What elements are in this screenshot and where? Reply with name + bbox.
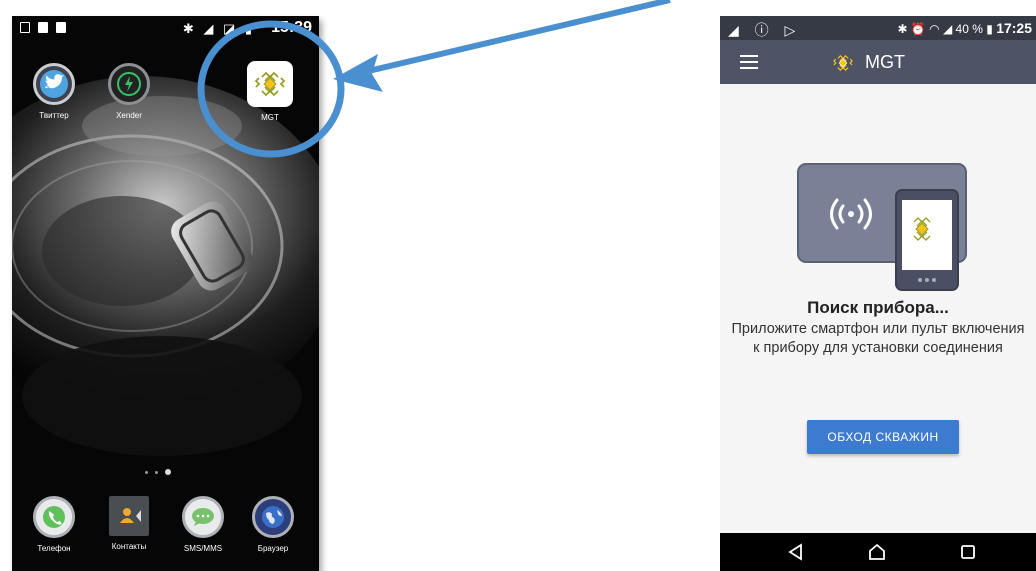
search-instructions: Приложите смартфон или пульт включения к… [731,321,1025,356]
app-toolbar: MGT [720,40,1036,84]
globe-icon [252,496,294,538]
mgt-app-screen: ◢ ⓘ ▷ ✱ ⏰ ◠ ◢ 40 % ▮ 17:25 MGT Поиск при… [720,16,1036,571]
mgt-logo-icon [833,54,853,72]
app-status-bar: ◢ ⓘ ▷ ✱ ⏰ ◠ ◢ 40 % ▮ 17:25 [720,16,1036,40]
app-contacts[interactable]: Контакты [97,496,161,551]
xender-icon [108,63,150,105]
app-label: Браузер [257,544,289,553]
status-icons: ✱ ⏰ ◠ ◢ [897,22,953,36]
sms-icon [182,496,224,538]
app-clock: 17:25 [996,20,1032,36]
battery-percent: 40 % [955,22,983,36]
contacts-icon [109,496,149,536]
app-sms[interactable]: SMS/MMS [171,496,235,553]
mgt-logo-icon [247,61,293,107]
app-label: SMS/MMS [183,544,223,553]
status-icons-right: ✱ ⏰ ◠ ◢ 40 % ▮ 17:25 [897,20,1032,36]
nfc-phone-illustration [797,163,967,291]
status-icons: ✱ ◢ ◪ ▮ [182,21,255,36]
twitter-icon [33,63,75,105]
home-clock: 15:39 [271,19,312,36]
app-label: Телефон [37,544,71,553]
app-twitter[interactable]: Твиттер [22,63,86,120]
recent-apps-icon[interactable] [958,542,978,562]
app-xender[interactable]: Xender [97,63,161,120]
app-label: MGT [261,113,279,122]
sd-card-icon [56,22,66,33]
app-label: Контакты [111,542,147,551]
battery-icon: ▮ [986,22,993,36]
phone-icon [33,496,75,538]
app-phone[interactable]: Телефон [22,496,86,553]
status-icons-left: ◢ ⓘ ▷ [728,22,802,38]
screenshot-icon [20,22,30,33]
app-mgt[interactable]: MGT [238,61,302,122]
app-browser[interactable]: Браузер [241,496,305,553]
home-status-bar: ✱ ◢ ◪ ▮ 15:39 [12,16,319,42]
home-screen: ✱ ◢ ◪ ▮ 15:39 Твиттер Xender MGT Телефон… [12,16,319,571]
app-title: MGT [865,52,905,72]
app-label: Xender [116,111,142,120]
bypass-wells-button[interactable]: ОБХОД СКВАЖИН [807,420,959,454]
page-indicator [145,469,171,475]
app-label: Твиттер [39,111,69,120]
android-nav-bar [720,533,1036,571]
sim-icon [38,22,48,33]
search-title: Поиск прибора... [807,298,949,317]
back-icon[interactable] [786,542,806,562]
arrow-head-icon [333,54,383,92]
home-icon[interactable] [867,542,887,562]
arrow-line [359,0,671,76]
hamburger-menu-icon[interactable] [740,55,758,69]
